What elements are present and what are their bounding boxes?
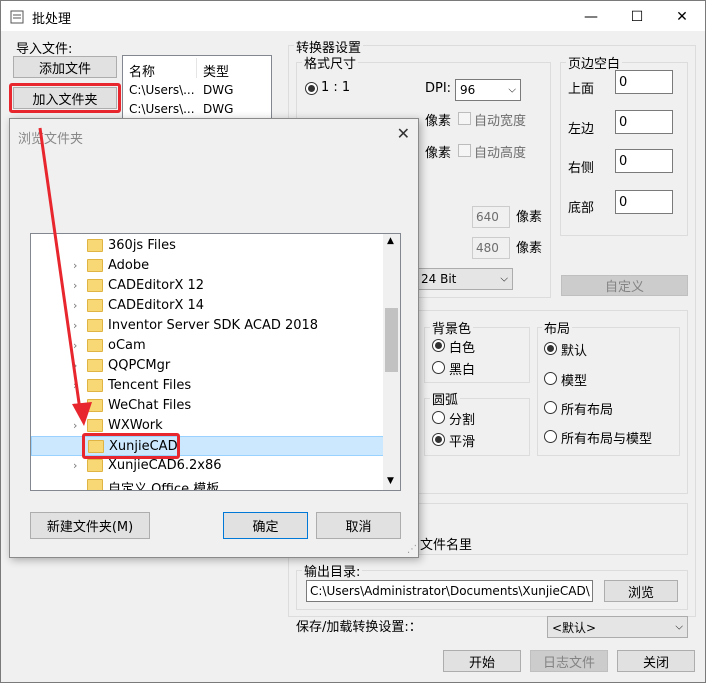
annotation-arrow: [38, 127, 92, 426]
